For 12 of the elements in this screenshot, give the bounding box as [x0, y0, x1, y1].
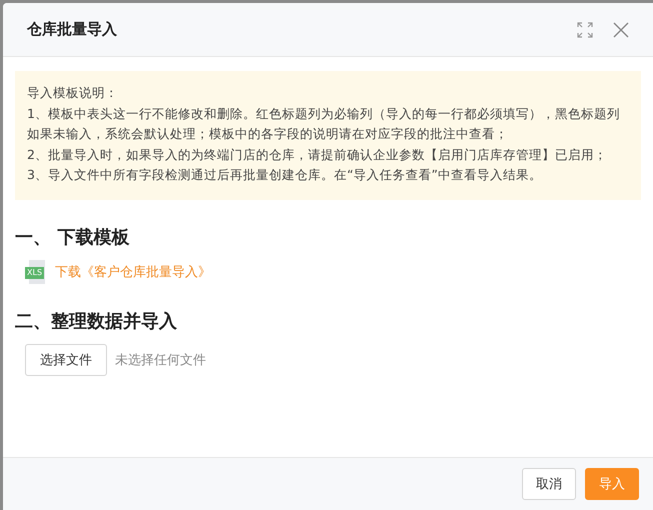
close-icon[interactable]	[613, 22, 629, 38]
maximize-icon[interactable]	[577, 22, 593, 38]
notice-title: 导入模板说明：	[27, 84, 119, 102]
file-status-text: 未选择任何文件	[115, 352, 206, 368]
notice-text: 2、批量导入时，如果导入的为终端门店的仓库，请提前确认企业参数【启用门店库存管理】已启用；	[27, 146, 608, 164]
cancel-button[interactable]: 取消	[522, 468, 576, 500]
dialog-title: 仓库批量导入	[27, 20, 117, 39]
section-heading: 一、 下载模板	[15, 226, 130, 250]
section-heading: 二、整理数据并导入	[15, 310, 178, 334]
notice-text: 1、模板中表头这一行不能修改和删除。红色标题列为必输列（导入的每一行都必须填写），黑色标题列如果未输入，系统会默认处理；模板中的各字段的说明请在对应字段的批注中查看；	[27, 104, 621, 143]
notice-text: 3、导入文件中所有字段检测通过后再批量创建仓库。在“导入任务查看”中查看导入结果。	[27, 166, 543, 184]
choose-file-button[interactable]: 选择文件	[25, 344, 107, 376]
